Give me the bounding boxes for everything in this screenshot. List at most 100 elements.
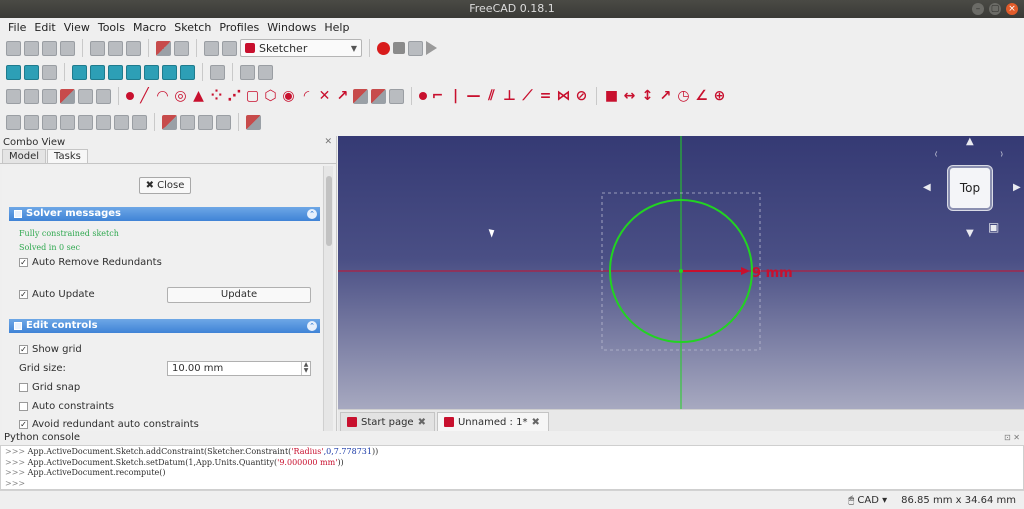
sketch-canvas[interactable] <box>338 136 1024 409</box>
tab-tasks[interactable]: Tasks <box>47 149 88 163</box>
fit-all-icon[interactable] <box>6 64 21 80</box>
auto-remove-redundants-checkbox[interactable]: ✓ <box>19 258 28 267</box>
navigation-cube[interactable]: Top <box>948 166 992 210</box>
save-file-icon[interactable] <box>42 40 57 56</box>
measure-distance-icon[interactable] <box>210 64 225 80</box>
bspline-icon[interactable]: ⁘ <box>209 88 224 104</box>
minimize-button[interactable]: – <box>972 3 984 15</box>
menu-profiles[interactable]: Profiles <box>215 21 263 34</box>
nav-arrow-left-icon[interactable]: ◀ <box>923 182 931 193</box>
grid-size-input[interactable]: 10.00 mm ▲ ▼ <box>167 361 311 376</box>
menu-view[interactable]: View <box>60 21 94 34</box>
select-vertical-axis-icon[interactable] <box>96 114 111 130</box>
distance-constraint-icon[interactable]: ↗ <box>658 88 673 104</box>
undo-icon[interactable] <box>156 40 171 56</box>
auto-update-row[interactable]: ✓ Auto Update <box>19 289 95 300</box>
coincident-constraint-icon[interactable] <box>419 92 427 100</box>
slot-icon[interactable]: ◉ <box>281 88 296 104</box>
tab-start-page[interactable]: Start page ✖ <box>340 412 435 431</box>
navcube-menu-icon[interactable]: ▣ <box>988 220 999 234</box>
equal-constraint-icon[interactable]: = <box>538 88 553 104</box>
close-shape-icon[interactable] <box>24 114 39 130</box>
avoid-redundant-checkbox[interactable]: ✓ <box>19 420 28 429</box>
close-window-button[interactable]: × <box>1006 3 1018 15</box>
close-icon[interactable]: ✕ <box>324 136 332 149</box>
symmetry-icon[interactable] <box>180 114 195 130</box>
select-horizontal-axis-icon[interactable] <box>114 114 129 130</box>
edit-macro-icon[interactable] <box>408 40 423 56</box>
view-isometric-icon[interactable] <box>72 64 87 80</box>
point-on-object-icon[interactable]: ⌐ <box>430 88 445 104</box>
nav-arrow-down-icon[interactable]: ▼ <box>966 228 974 239</box>
polygon-icon[interactable]: ⬡ <box>263 88 278 104</box>
create-part-icon[interactable] <box>240 64 255 80</box>
view-right-icon[interactable] <box>126 64 141 80</box>
paste-icon[interactable] <box>126 40 141 56</box>
maximize-button[interactable]: ▢ <box>989 3 1001 15</box>
snell-law-icon[interactable]: ⊕ <box>712 88 727 104</box>
perpendicular-constraint-icon[interactable]: ⊥ <box>502 88 517 104</box>
nav-arrow-up-icon[interactable]: ▲ <box>966 136 974 147</box>
horizontal-distance-icon[interactable]: ↔ <box>622 88 637 104</box>
view-left-icon[interactable] <box>180 64 195 80</box>
menu-macro[interactable]: Macro <box>129 21 170 34</box>
select-solver-dofs-icon[interactable] <box>6 114 21 130</box>
update-button[interactable]: Update <box>167 287 311 303</box>
view-front-icon[interactable] <box>90 64 105 80</box>
solver-messages-header[interactable]: Solver messages ⌃ <box>9 207 320 221</box>
auto-constraints-checkbox[interactable] <box>19 402 28 411</box>
tangent-constraint-icon[interactable]: ⟋ <box>520 88 535 104</box>
clone-icon[interactable] <box>198 114 213 130</box>
nav-arrow-right-icon[interactable]: ▶ <box>1013 182 1021 193</box>
show-hide-internal-geometry-icon[interactable] <box>162 114 177 130</box>
view-rear-icon[interactable] <box>144 64 159 80</box>
3d-viewport[interactable]: 9 mm ▲ ◜ ◝ ◀ ▶ ▼ Top ▣ <box>338 136 1024 409</box>
select-redundant-icon[interactable] <box>132 114 147 130</box>
print-icon[interactable] <box>60 40 75 56</box>
new-sketch-icon[interactable] <box>6 88 21 104</box>
vertical-constraint-icon[interactable]: | <box>448 88 463 104</box>
record-macro-icon[interactable] <box>377 41 390 55</box>
auto-constraints-row[interactable]: Auto constraints <box>19 401 114 412</box>
draw-style-icon[interactable] <box>42 64 57 80</box>
grid-snap-checkbox[interactable] <box>19 383 28 392</box>
collapse-icon[interactable]: ⌃ <box>307 321 317 331</box>
horizontal-constraint-icon[interactable]: — <box>466 88 481 104</box>
open-file-icon[interactable] <box>24 40 39 56</box>
menu-sketch[interactable]: Sketch <box>170 21 215 34</box>
avoid-redundant-row[interactable]: ✓ Avoid redundant auto constraints <box>19 419 199 430</box>
radius-constraint-icon[interactable]: ◷ <box>676 88 691 104</box>
spinner-icon[interactable]: ▲ ▼ <box>301 362 310 375</box>
trim-icon[interactable]: ✕ <box>317 88 332 104</box>
edit-controls-header[interactable]: Edit controls ⌃ <box>9 319 320 333</box>
workbench-selector[interactable]: Sketcher ▼ <box>240 39 362 57</box>
conic-icon[interactable]: ▲ <box>191 88 206 104</box>
auto-remove-redundants-row[interactable]: ✓ Auto Remove Redundants <box>19 257 162 268</box>
line-icon[interactable]: ╱ <box>137 88 152 104</box>
scrollbar-thumb[interactable] <box>326 176 332 246</box>
block-constraint-icon[interactable]: ⊘ <box>574 88 589 104</box>
construction-mode-icon[interactable] <box>389 88 404 104</box>
run-macro-icon[interactable] <box>426 41 437 55</box>
whats-this-icon[interactable] <box>222 40 237 56</box>
circle-icon[interactable]: ◎ <box>173 88 188 104</box>
menu-help[interactable]: Help <box>320 21 353 34</box>
arc-icon[interactable]: ◠ <box>155 88 170 104</box>
edit-sketch-icon[interactable] <box>24 88 39 104</box>
show-grid-row[interactable]: ✓ Show grid <box>19 344 82 355</box>
angle-constraint-icon[interactable]: ∠ <box>694 88 709 104</box>
lock-constraint-icon[interactable]: ■ <box>604 88 619 104</box>
validate-sketch-icon[interactable] <box>246 114 261 130</box>
cut-icon[interactable] <box>90 40 105 56</box>
menu-file[interactable]: File <box>4 21 30 34</box>
leave-sketch-icon[interactable] <box>42 88 57 104</box>
tab-unnamed[interactable]: Unnamed : 1* ✖ <box>436 412 549 431</box>
stop-macro-icon[interactable] <box>393 42 405 54</box>
polyline-icon[interactable]: ⋰ <box>227 88 242 104</box>
extend-icon[interactable]: ↗ <box>335 88 350 104</box>
grid-snap-row[interactable]: Grid snap <box>19 382 80 393</box>
menu-tools[interactable]: Tools <box>94 21 129 34</box>
parallel-constraint-icon[interactable]: ⫽ <box>484 88 499 104</box>
create-group-icon[interactable] <box>258 64 273 80</box>
close-tab-icon[interactable]: ✖ <box>531 417 539 428</box>
